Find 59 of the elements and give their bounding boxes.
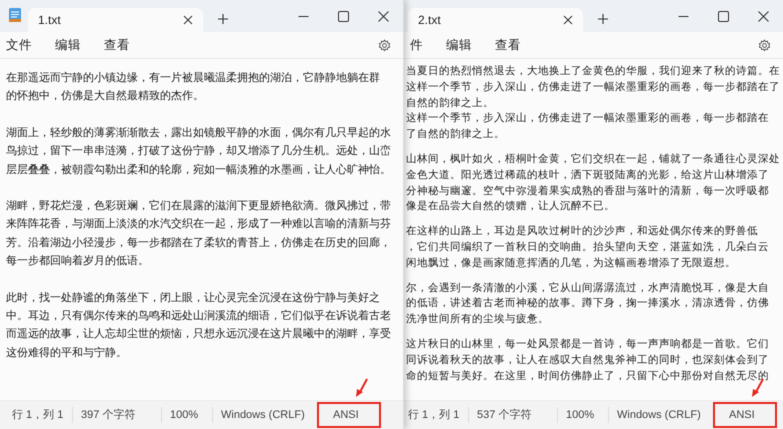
- text-line: 这样一个季节，步入深山，仿佛走进了一幅浓墨重彩的画卷，每一步都踏在了: [406, 80, 780, 95]
- menu-item[interactable]: 查看: [104, 36, 140, 54]
- close-icon[interactable]: [758, 10, 768, 22]
- status-item: 397 个字符: [72, 407, 161, 423]
- text-line: 当夏日的热烈悄然退去，大地换上了金黄色的华服，我们迎来了秋的诗篇。在: [406, 64, 780, 79]
- close-icon[interactable]: [378, 10, 388, 22]
- text-line: 湖面上，轻纱般的薄雾渐渐散去，露出如镜般平静的水面，偶尔有几只早起的水: [6, 126, 391, 141]
- menu-item[interactable]: 编辑: [446, 36, 482, 54]
- status-item: 537 个字符: [468, 407, 557, 423]
- text-line: 闲地飘过，像是画家随意挥洒的几笔，为这幅画卷增添了无限遐想。: [406, 256, 736, 271]
- menu-item[interactable]: 文件: [6, 36, 42, 54]
- text-line: 这份难得的平和与宁静。: [6, 346, 127, 361]
- text-line: 鸟掠过，留下一串串涟漪，打破了这份宁静，却又增添了几分生机。远处，山峦: [6, 144, 391, 160]
- text-line: 中。耳边，只有偶尔传来的鸟鸣和远处山涧溪流的细语，它们似乎在诉说着古老: [6, 308, 391, 324]
- text-line: 这片秋日的山林里，每一处风景都是一首诗，每一声声响都是一首歌。它们: [406, 336, 769, 352]
- text-line: ，它们共同编织了一首秋日的交响曲。抬头望向天空，湛蓝如洗，几朵白云: [406, 240, 769, 255]
- file-tab[interactable]: 1.txt: [28, 8, 203, 32]
- text-line: 来阵阵花香，与湖面上淡淡的水汽交织在一起，形成了一种难以言喻的清新与芬: [6, 216, 391, 232]
- text-line: 每一步都回响着岁月的低语。: [6, 254, 149, 270]
- menu-item[interactable]: 编辑: [55, 36, 91, 54]
- status-item: 100%: [557, 407, 608, 423]
- annotation-arrow: [355, 378, 368, 398]
- text-line: 自然的韵律之上。: [406, 96, 494, 111]
- close-icon[interactable]: [563, 15, 573, 25]
- text-line: 在那遥远而宁静的小镇边缘，有一片被晨曦温柔拥抱的湖泊，它静静地躺在群: [6, 70, 380, 86]
- maximize-icon[interactable]: [338, 10, 348, 22]
- status-item: 100%: [161, 407, 212, 423]
- text-line: 像是在品尝大自然的馈赠，让人沉醉不已。: [406, 199, 615, 214]
- settings-icon[interactable]: [758, 38, 771, 52]
- close-icon[interactable]: [183, 15, 193, 25]
- status-item: 行 1，列 1: [407, 408, 460, 423]
- text-line: 的怀抱中，仿佛是大自然最精致的杰作。: [6, 89, 204, 104]
- text-line: 命的短暂与美好。在这里，时间仿佛静止了，只留下心中那份对自然无尽的: [406, 368, 769, 384]
- text-line: 层层叠叠，被朝霞勾勒出柔和的轮廓，宛如一幅淡雅的水墨画，让人心旷神怡。: [6, 162, 391, 178]
- text-line: 在这样的山路上，耳边是风吹过树叶的沙沙声，和远处偶尔传来的野兽低: [406, 224, 758, 240]
- text-line: 了自然的韵律之上。: [406, 127, 505, 142]
- text-line: 洗净世间所有的尘埃与疲惫。: [406, 312, 549, 328]
- maximize-icon[interactable]: [718, 10, 728, 22]
- file-tab[interactable]: 2.txt: [408, 8, 583, 32]
- text-line: 此时，找一处静谧的角落坐下，闭上眼，让心灵完全沉浸在这份宁静与美好之: [6, 290, 380, 306]
- text-line: 芳。沿着湖边小径漫步，每一步都踏在了柔软的青苔上，仿佛走在历史的回廊，: [6, 236, 391, 251]
- text-line: 的低语，讲述着古老而神秘的故事。蹲下身，掬一捧溪水，清凉透骨，仿佛: [406, 296, 769, 312]
- status-item: 行 1，列 1: [11, 408, 64, 423]
- text-line: 分神秘与幽邃。空气中弥漫着果实成熟的香甜与落叶的清新，每一次呼吸都: [406, 184, 769, 199]
- text-line: 这样一个季节，步入深山，仿佛走进了一幅浓墨重彩的画卷，每一步都踏在: [406, 111, 769, 126]
- menu-item[interactable]: 查看: [495, 36, 531, 54]
- text-line: 湖畔，野花烂漫，色彩斑斓，它们在晨露的滋润下更显娇艳欲滴。微风拂过，带: [6, 198, 391, 214]
- add-tab-icon[interactable]: [217, 13, 229, 25]
- text-line: 金色大道。阳光透过稀疏的枝叶，洒下斑驳陆离的光影，给这片山林增添了: [406, 168, 769, 183]
- menu-item[interactable]: 件: [410, 36, 433, 54]
- text-line: 尔，会遇到一条清澈的小溪，它从山间潺潺流过，水声清脆悦耳，像是大自: [406, 280, 769, 296]
- settings-icon[interactable]: [378, 38, 391, 52]
- notepad-icon[interactable]: [8, 7, 22, 23]
- add-tab-icon[interactable]: [597, 13, 609, 25]
- status-item: Windows (CRLF): [608, 407, 711, 423]
- status-item: Windows (CRLF): [212, 407, 315, 423]
- text-line: 而遥远的故事，让人忘却尘世的烦恼，只想永远沉浸在这片晨曦中的湖畔，享受: [6, 326, 391, 342]
- text-line: 山林间，枫叶如火，梧桐叶金黄，它们交织在一起，铺就了一条通往心灵深处: [406, 152, 780, 167]
- text-line: 同诉说着秋天的故事，让人在感叹大自然鬼斧神工的同时，也深刻体会到了: [406, 352, 769, 368]
